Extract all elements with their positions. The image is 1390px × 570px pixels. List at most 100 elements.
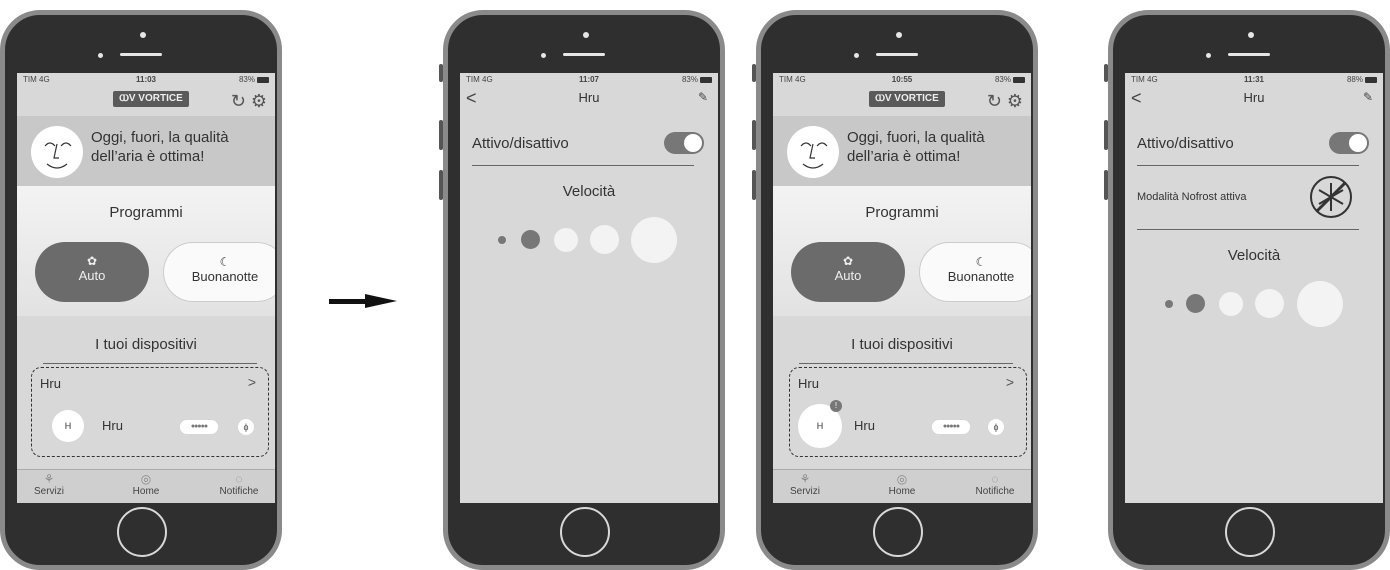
gear-icon[interactable]: ⚙ bbox=[1007, 91, 1023, 111]
battery: 83% bbox=[995, 75, 1025, 84]
tab-servizi[interactable]: ⚘ Servizi bbox=[775, 472, 835, 497]
speed-level-4[interactable] bbox=[1255, 289, 1284, 318]
air-quality-banner: Oggi, fuori, la qualità dell’aria è otti… bbox=[773, 116, 1031, 186]
gear-icon[interactable]: ⚙ bbox=[251, 91, 267, 111]
pencil-icon[interactable]: ✎ bbox=[698, 90, 708, 104]
battery-percent: 83% bbox=[238, 75, 255, 84]
home-button[interactable] bbox=[873, 507, 923, 557]
tab-servizi[interactable]: ⚘ Servizi bbox=[19, 472, 79, 497]
program-auto-button[interactable]: ✿ Auto bbox=[35, 242, 149, 302]
speed-pill-icon[interactable]: ●●●●● bbox=[932, 420, 970, 434]
program-night-button[interactable]: ☾ Buonanotte bbox=[163, 242, 275, 302]
speed-level-4[interactable] bbox=[590, 225, 619, 254]
device-card[interactable]: Hru > H Hru ●●●●● ɸ bbox=[31, 367, 269, 457]
tab-notifiche-label: Notifiche bbox=[975, 486, 1015, 497]
chevron-right-icon[interactable]: > bbox=[1006, 374, 1014, 390]
speaker bbox=[563, 53, 605, 56]
speed-level-5[interactable] bbox=[1297, 281, 1343, 327]
screen: TIM 4G 11:03 83% ⲰV VORTICE ↻ ⚙ Oggi, fu… bbox=[17, 73, 275, 503]
program-night-label: Buonanotte bbox=[191, 269, 259, 284]
battery-percent: 88% bbox=[1346, 75, 1363, 84]
tab-home[interactable]: ◎ Home bbox=[116, 472, 176, 497]
smiley-face-icon bbox=[787, 126, 839, 178]
side-button bbox=[439, 170, 443, 200]
speed-title: Velocità bbox=[562, 183, 616, 200]
phone-1: TIM 4G 11:03 83% ⲰV VORTICE ↻ ⚙ Oggi, fu… bbox=[0, 2, 282, 570]
side-button bbox=[752, 120, 756, 150]
speed-level-3[interactable] bbox=[1219, 292, 1243, 316]
refresh-icon[interactable]: ↻ bbox=[231, 91, 246, 111]
divider bbox=[1137, 229, 1359, 230]
device-group-name: Hru bbox=[798, 376, 819, 391]
nofrost-snowflake-icon bbox=[1309, 175, 1353, 219]
program-auto-label: Auto bbox=[78, 268, 106, 283]
devices-title: I tuoi dispositivi bbox=[95, 336, 197, 353]
battery-icon bbox=[1013, 76, 1025, 83]
speaker bbox=[120, 53, 162, 56]
programs-section: Programmi ✿ Auto ☾ Buonanotte bbox=[773, 186, 1031, 316]
battery-icon bbox=[257, 76, 269, 83]
side-button bbox=[1104, 170, 1108, 200]
header-icons: ↻ ⚙ bbox=[987, 91, 1023, 112]
side-button bbox=[439, 64, 443, 82]
tab-notifiche-label: Notifiche bbox=[219, 486, 259, 497]
device-card[interactable]: Hru > H ! Hru ●●●●● ɸ bbox=[789, 367, 1027, 457]
home-button[interactable] bbox=[560, 507, 610, 557]
tab-servizi-label: Servizi bbox=[33, 486, 64, 497]
fan-icon: ✿ bbox=[842, 254, 854, 268]
speed-level-5[interactable] bbox=[631, 217, 677, 263]
sensor bbox=[854, 53, 859, 58]
home-icon: ◎ bbox=[896, 472, 908, 486]
devices-title: I tuoi dispositivi bbox=[851, 336, 953, 353]
speed-level-1[interactable] bbox=[1165, 300, 1173, 308]
services-icon: ⚘ bbox=[43, 472, 55, 486]
side-button bbox=[439, 120, 443, 150]
speed-pill-icon[interactable]: ●●●●● bbox=[180, 420, 218, 434]
battery-icon bbox=[700, 76, 712, 83]
speed-level-2[interactable] bbox=[521, 230, 540, 249]
home-button[interactable] bbox=[117, 507, 167, 557]
home-button[interactable] bbox=[1225, 507, 1275, 557]
battery-percent: 83% bbox=[994, 75, 1011, 84]
status-bar: TIM 4G 11:03 83% bbox=[17, 73, 275, 87]
device-name: Hru bbox=[854, 418, 875, 433]
camera bbox=[896, 32, 902, 38]
program-auto-button[interactable]: ✿ Auto bbox=[791, 242, 905, 302]
camera bbox=[583, 32, 589, 38]
divider bbox=[43, 363, 257, 364]
side-button bbox=[752, 170, 756, 200]
speed-level-1[interactable] bbox=[498, 236, 506, 244]
tab-home[interactable]: ◎ Home bbox=[872, 472, 932, 497]
side-button bbox=[1104, 64, 1108, 82]
smiley-face-icon bbox=[31, 126, 83, 178]
pencil-icon[interactable]: ✎ bbox=[1363, 90, 1373, 104]
divider bbox=[799, 363, 1013, 364]
side-button bbox=[1104, 120, 1108, 150]
programs-title: Programmi bbox=[865, 204, 939, 221]
battery: 88% bbox=[1347, 75, 1377, 84]
program-night-label: Buonanotte bbox=[947, 269, 1015, 284]
nofrost-label: Modalità Nofrost attiva bbox=[1137, 191, 1247, 203]
fan-toggle-icon[interactable]: ɸ bbox=[238, 419, 254, 435]
chevron-right-icon[interactable]: > bbox=[248, 374, 256, 390]
speed-title: Velocità bbox=[1227, 247, 1281, 264]
phone-frame: TIM 4G 11:03 83% ⲰV VORTICE ↻ ⚙ Oggi, fu… bbox=[0, 10, 282, 570]
refresh-icon[interactable]: ↻ bbox=[987, 91, 1002, 111]
fan-toggle-icon[interactable]: ɸ bbox=[988, 419, 1004, 435]
battery-percent: 83% bbox=[681, 75, 698, 84]
tab-notifiche[interactable]: ◌ Notifiche bbox=[209, 472, 269, 497]
divider bbox=[472, 165, 694, 166]
tab-home-label: Home bbox=[888, 486, 916, 497]
program-auto-label: Auto bbox=[834, 268, 862, 283]
power-toggle[interactable] bbox=[664, 132, 704, 154]
tab-bar: ⚘ Servizi ◎ Home ◌ Notifiche bbox=[17, 469, 275, 503]
nav-bar: < Hru ✎ bbox=[460, 87, 718, 111]
screen: TIM 4G 11:31 88% < Hru ✎ Attivo/disattiv… bbox=[1125, 73, 1383, 503]
phone-frame: TIM 4G 11:07 83% < Hru ✎ Attivo/disattiv… bbox=[443, 10, 725, 570]
tab-notifiche[interactable]: ◌ Notifiche bbox=[965, 472, 1025, 497]
program-night-button[interactable]: ☾ Buonanotte bbox=[919, 242, 1031, 302]
tab-bar: ⚘ Servizi ◎ Home ◌ Notifiche bbox=[773, 469, 1031, 503]
power-toggle[interactable] bbox=[1329, 132, 1369, 154]
speed-level-2[interactable] bbox=[1186, 294, 1205, 313]
speed-level-3[interactable] bbox=[554, 228, 578, 252]
